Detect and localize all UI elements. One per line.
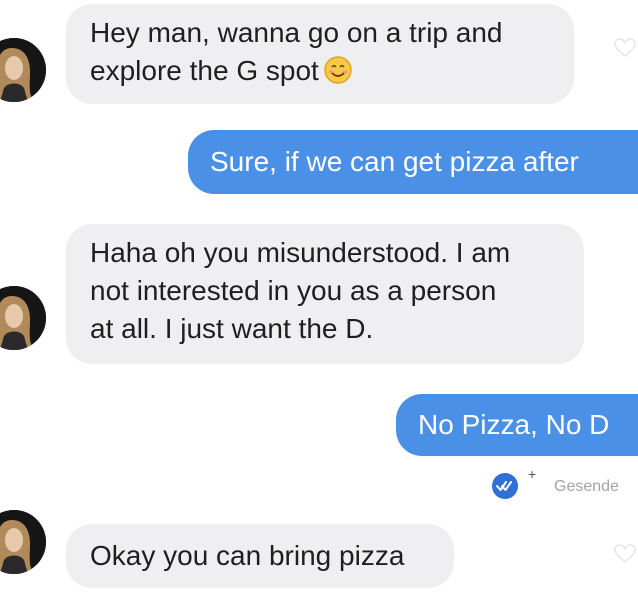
- plus-badge: +: [528, 466, 537, 482]
- double-check-icon: [492, 473, 518, 499]
- message-text-line: at all. I just want the D.: [90, 313, 374, 344]
- message-bubble-outgoing[interactable]: Sure, if we can get pizza after: [188, 130, 638, 194]
- message-text-line: Haha oh you misunderstood. I am: [90, 237, 511, 268]
- message-text-line: not interested in you as a person: [90, 275, 497, 306]
- message-text-line: explore the G spot: [90, 55, 319, 86]
- message-bubble-incoming[interactable]: Haha oh you misunderstood. I am not inte…: [66, 224, 584, 364]
- message-bubble-outgoing[interactable]: No Pizza, No D: [396, 394, 638, 456]
- message-text: No Pizza, No D: [418, 409, 610, 440]
- message-text: Sure, if we can get pizza after: [210, 146, 579, 177]
- avatar-photo-icon: [0, 510, 46, 574]
- message-text-line: Hey man, wanna go on a trip and: [90, 17, 503, 48]
- contact-avatar[interactable]: [0, 286, 46, 350]
- contact-avatar[interactable]: [0, 510, 46, 574]
- avatar-photo-icon: [0, 38, 46, 102]
- like-heart-icon[interactable]: [614, 38, 636, 58]
- smiling-face-emoji-icon: [324, 56, 352, 84]
- contact-avatar[interactable]: [0, 38, 46, 102]
- avatar-photo-icon: [0, 286, 46, 350]
- message-bubble-incoming[interactable]: Hey man, wanna go on a trip and explore …: [66, 4, 574, 104]
- sent-status-label: Gesende: [554, 478, 619, 495]
- like-heart-icon[interactable]: [614, 544, 636, 564]
- message-text-line: Okay you can bring pizza: [90, 540, 405, 571]
- message-bubble-incoming[interactable]: Okay you can bring pizza: [66, 524, 454, 588]
- message-status: [490, 468, 520, 504]
